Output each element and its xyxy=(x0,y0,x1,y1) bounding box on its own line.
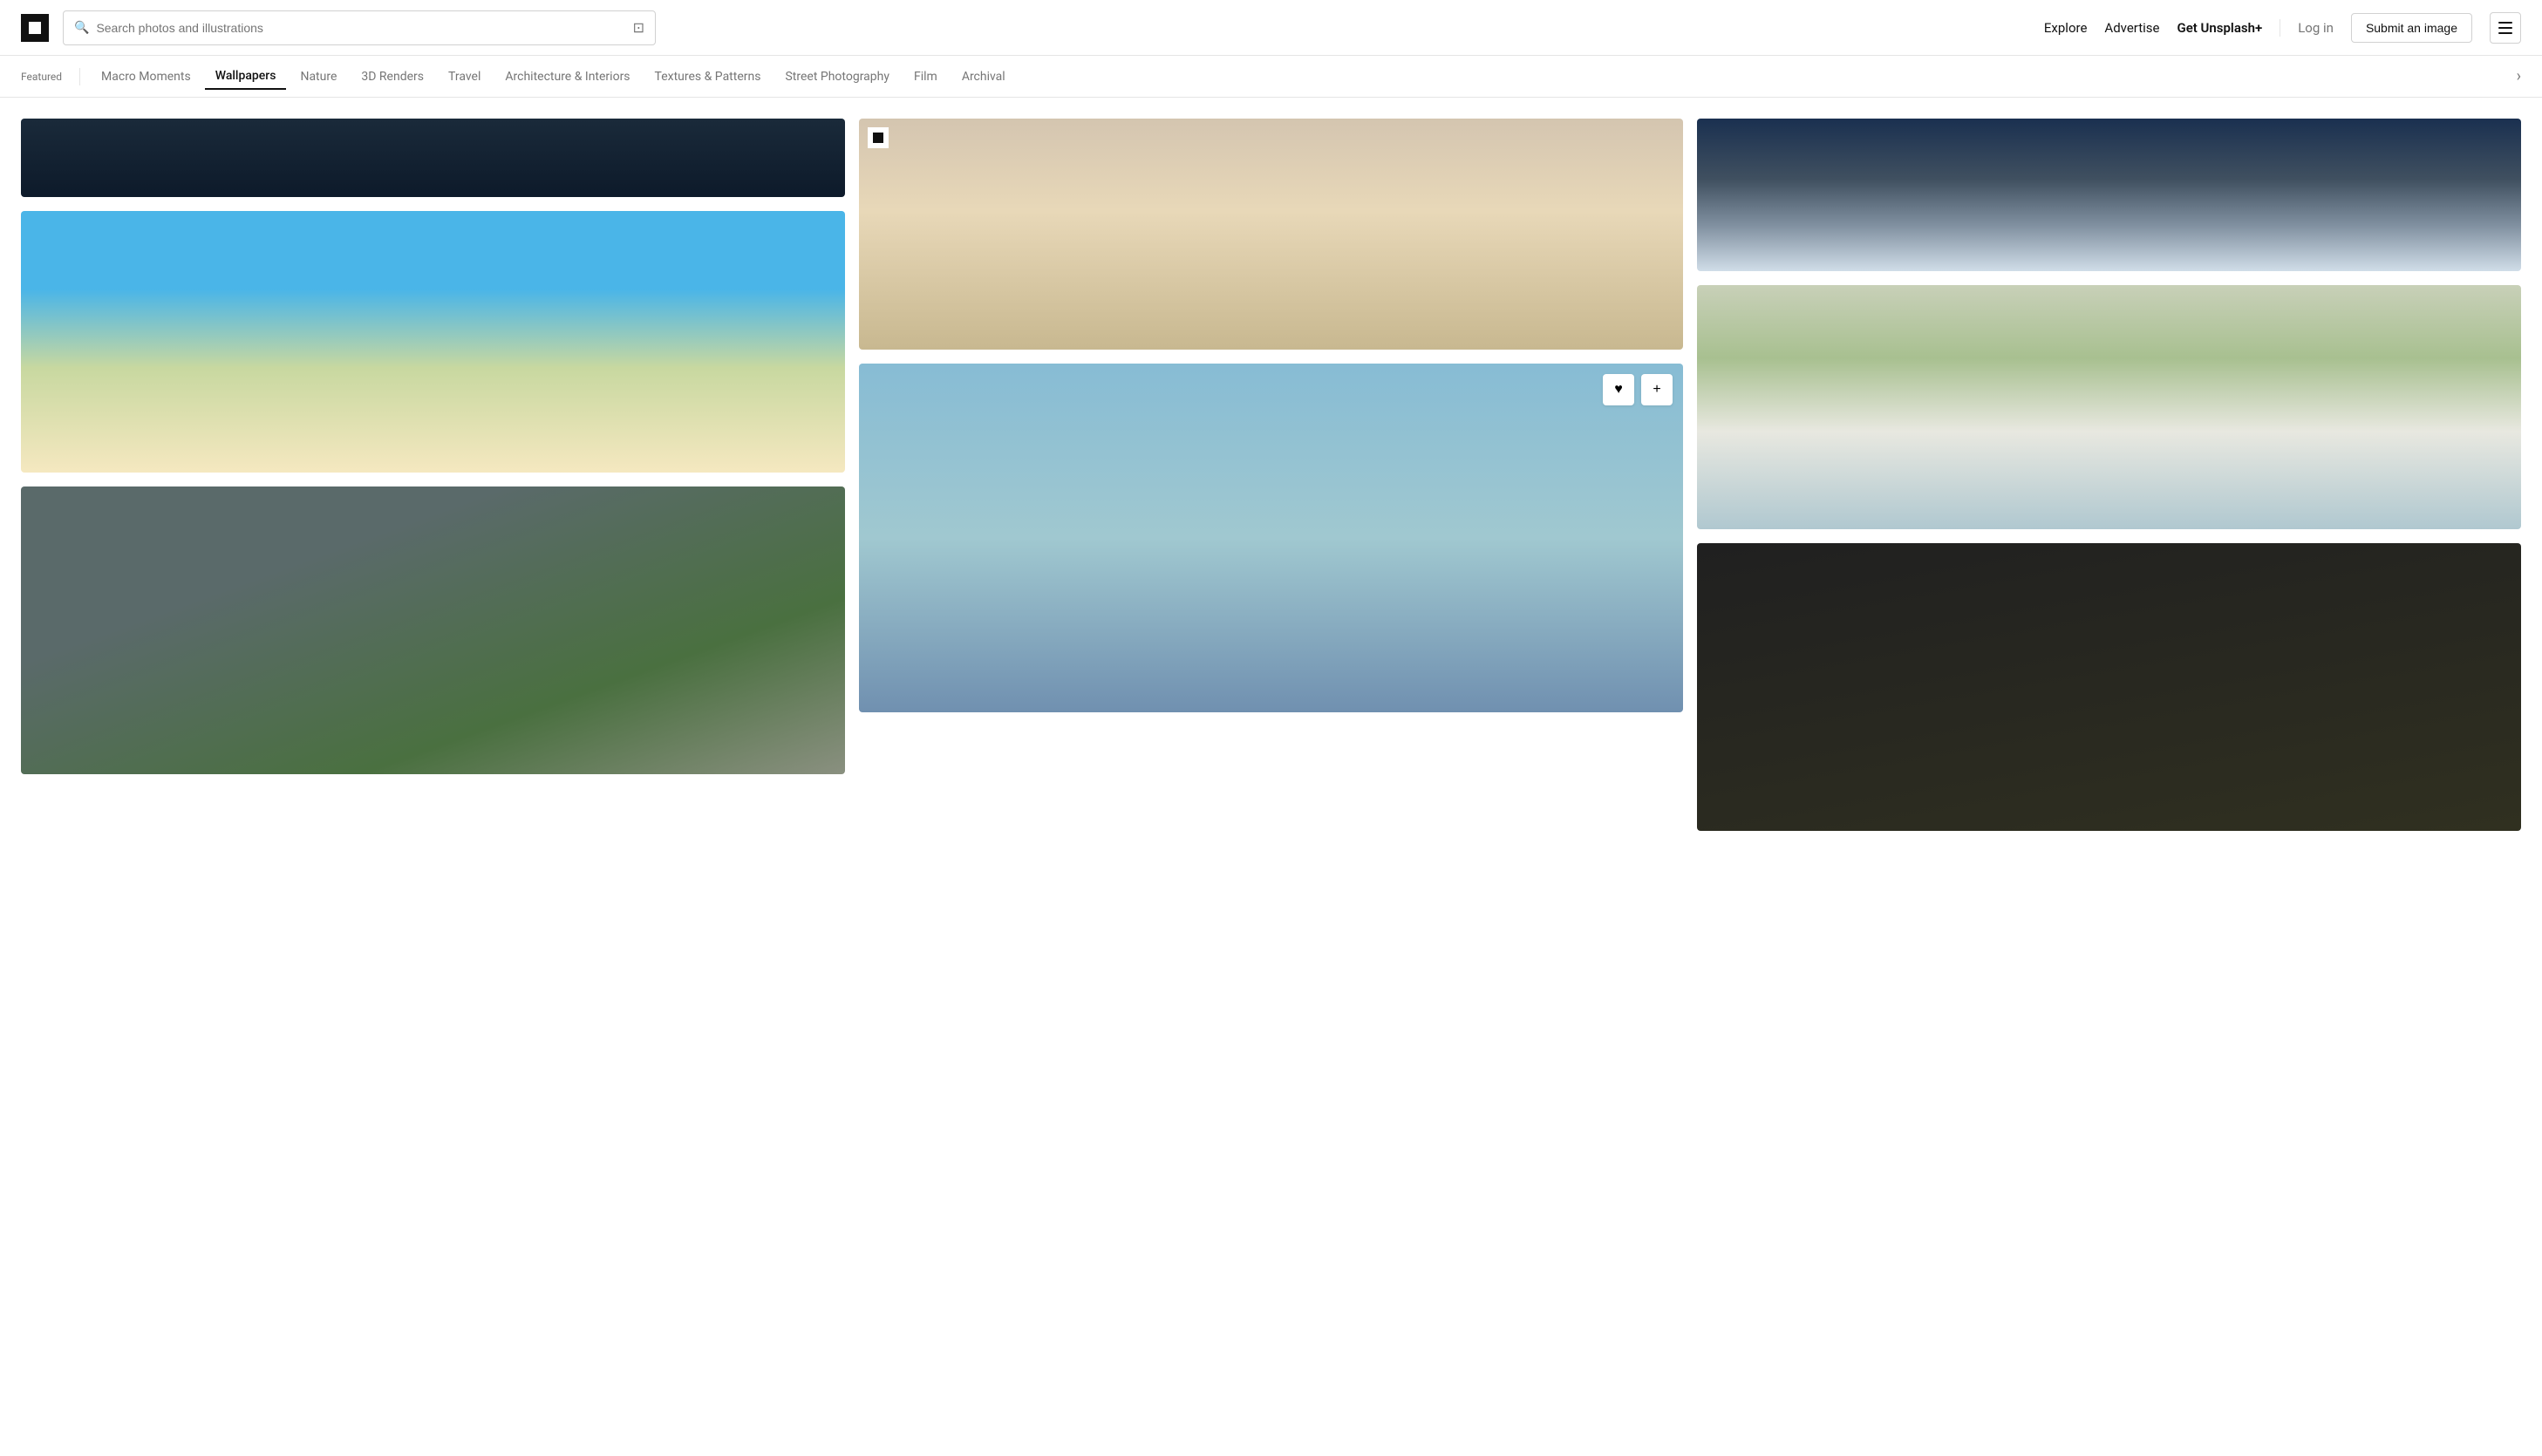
subnav-item-nature[interactable]: Nature xyxy=(290,65,347,89)
subnav-item-film[interactable]: Film xyxy=(903,65,948,89)
photo-card[interactable]: ♥ + xyxy=(859,364,1683,712)
subnav-item-wallpapers[interactable]: Wallpapers xyxy=(205,64,287,90)
add-to-collection-button[interactable]: + xyxy=(1641,374,1673,405)
search-bar: 🔍 ⊡ xyxy=(63,10,656,45)
photo-card[interactable] xyxy=(1697,285,2521,529)
subnav-item-street[interactable]: Street Photography xyxy=(774,65,900,89)
logo-icon xyxy=(29,22,41,34)
photo-overlay xyxy=(859,364,1683,712)
photo-overlay xyxy=(1697,285,2521,529)
subnav: Featured Macro Moments Wallpapers Nature… xyxy=(0,56,2542,98)
photo-overlay xyxy=(859,119,1683,350)
photo-grid: ♥ + xyxy=(21,119,2521,831)
subnav-scroll-right-icon[interactable]: › xyxy=(2517,67,2521,85)
camera-search-icon[interactable]: ⊡ xyxy=(633,19,644,36)
photo-column-2: ♥ + xyxy=(859,119,1683,712)
logo[interactable] xyxy=(21,14,49,42)
photo-card[interactable] xyxy=(21,211,845,473)
photo-card[interactable] xyxy=(21,119,845,197)
log-in-link[interactable]: Log in xyxy=(2298,20,2334,36)
advertise-link[interactable]: Advertise xyxy=(2104,20,2159,36)
unsplash-badge xyxy=(868,127,889,148)
photo-overlay xyxy=(21,119,845,197)
subnav-item-3d-renders[interactable]: 3D Renders xyxy=(351,65,434,89)
header-nav: Explore Advertise Get Unsplash+ Log in S… xyxy=(2044,12,2521,44)
photo-overlay xyxy=(21,486,845,774)
header: 🔍 ⊡ Explore Advertise Get Unsplash+ Log … xyxy=(0,0,2542,56)
main-content: ♥ + xyxy=(0,98,2542,852)
explore-link[interactable]: Explore xyxy=(2044,20,2088,36)
hamburger-menu[interactable] xyxy=(2490,12,2521,44)
subnav-item-textures[interactable]: Textures & Patterns xyxy=(644,65,772,89)
photo-overlay xyxy=(1697,543,2521,831)
hamburger-line xyxy=(2498,22,2512,24)
subnav-item-macro-moments[interactable]: Macro Moments xyxy=(91,65,201,89)
hamburger-line xyxy=(2498,27,2512,29)
search-icon: 🔍 xyxy=(74,21,89,35)
hamburger-line xyxy=(2498,32,2512,34)
subnav-featured-label: Featured xyxy=(21,71,62,83)
photo-card[interactable] xyxy=(21,486,845,774)
get-plus-link[interactable]: Get Unsplash+ xyxy=(2177,20,2262,36)
search-input[interactable] xyxy=(96,21,625,35)
photo-card[interactable] xyxy=(1697,543,2521,831)
subnav-item-archival[interactable]: Archival xyxy=(951,65,1016,89)
submit-button[interactable]: Submit an image xyxy=(2351,13,2472,43)
like-button[interactable]: ♥ xyxy=(1603,374,1634,405)
photo-overlay xyxy=(1697,119,2521,271)
photo-column-3 xyxy=(1697,119,2521,831)
photo-overlay xyxy=(21,211,845,473)
subnav-item-travel[interactable]: Travel xyxy=(438,65,491,89)
photo-column-1 xyxy=(21,119,845,774)
photo-card[interactable] xyxy=(1697,119,2521,271)
subnav-divider xyxy=(79,68,80,85)
subnav-item-architecture[interactable]: Architecture & Interiors xyxy=(494,65,640,89)
photo-actions: ♥ + xyxy=(1603,374,1673,405)
photo-card[interactable] xyxy=(859,119,1683,350)
